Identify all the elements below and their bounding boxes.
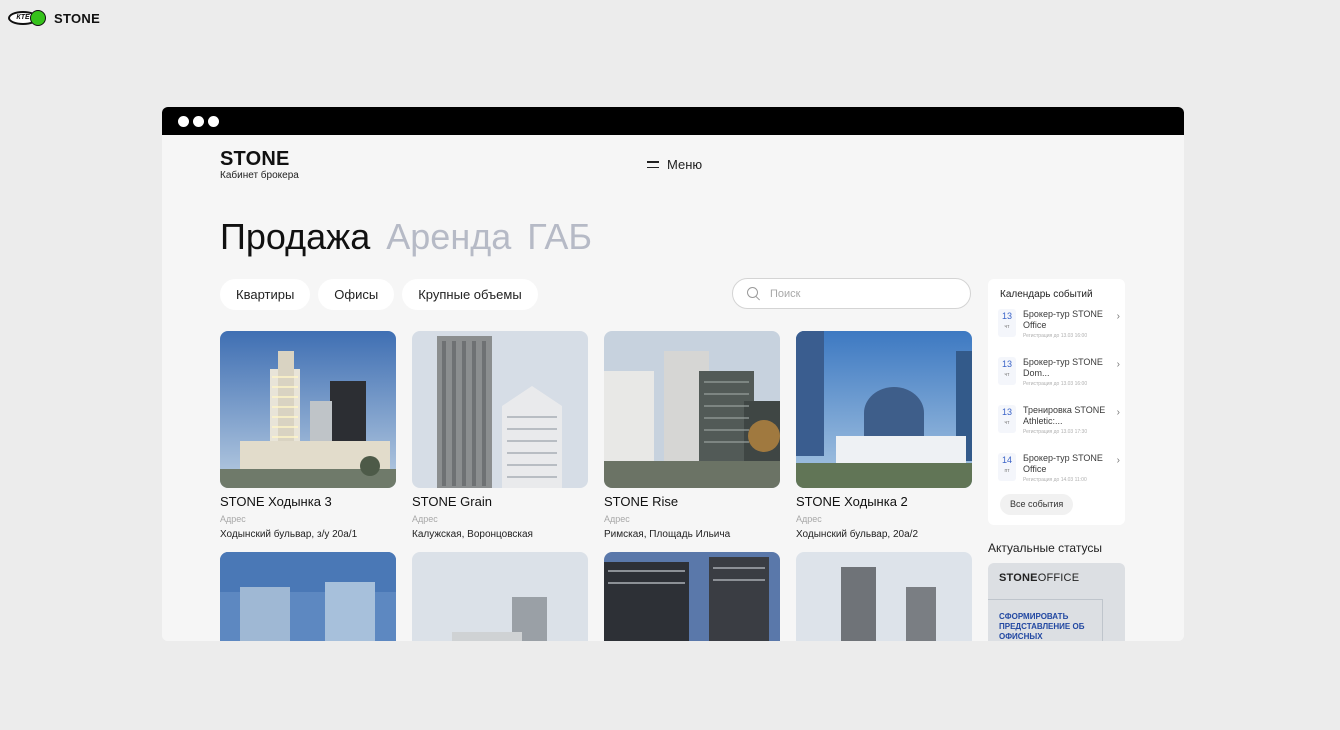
kte-logo: КТЕ <box>8 9 46 27</box>
event-date: 14 пт <box>998 453 1016 481</box>
filter-large-volumes[interactable]: Крупные объемы <box>402 279 538 310</box>
event-name: Брокер-тур STONE Office <box>1023 453 1103 474</box>
tab-gab[interactable]: ГАБ <box>527 217 592 257</box>
project-image <box>220 331 396 488</box>
event-day: 13 <box>1001 407 1012 417</box>
banner-divider <box>1102 599 1103 641</box>
event-weekday: пт <box>1004 468 1010 474</box>
search-input[interactable] <box>768 286 962 301</box>
address-label: Адрес <box>412 514 438 524</box>
event-name: Брокер-тур STONE Dom... <box>1023 357 1103 378</box>
event-registration: Регистрация до 13.03 17:30 <box>1023 429 1088 435</box>
banner-divider <box>988 599 1103 600</box>
project-title: STONE Grain <box>412 494 492 509</box>
tab-sale[interactable]: Продажа <box>220 217 370 257</box>
event-item[interactable]: 13 чт Тренировка STONE Athletic:... Реги… <box>998 405 1120 449</box>
event-item[interactable]: 13 чт Брокер-тур STONE Dom... Регистраци… <box>998 357 1120 401</box>
page-viewport: STONE Кабинет брокера Меню Продажа Аренд… <box>162 135 1184 641</box>
event-date: 13 чт <box>998 357 1016 385</box>
chevron-right-icon: › <box>1116 407 1120 418</box>
address-label: Адрес <box>604 514 630 524</box>
project-address: Ходынский бульвар, 20а/2 <box>796 529 919 540</box>
project-image <box>796 552 972 641</box>
kte-green-badge <box>30 10 46 26</box>
site-logo-word: STONE <box>220 148 290 170</box>
project-card-rise[interactable]: STONE Rise Адрес Римская, Площадь Ильича <box>604 331 780 541</box>
stone-office-banner[interactable]: STONEOFFICE СФОРМИРОВАТЬ ПРЕДСТАВЛЕНИЕ О… <box>988 563 1125 641</box>
filter-offices[interactable]: Офисы <box>318 279 395 310</box>
event-day: 14 <box>1001 455 1012 465</box>
address-label: Адрес <box>796 514 822 524</box>
project-image <box>412 331 588 488</box>
event-day: 13 <box>1001 311 1012 321</box>
site-logo-subtitle: Кабинет брокера <box>220 170 299 181</box>
browser-frame: STONE Кабинет брокера Меню Продажа Аренд… <box>162 107 1184 641</box>
chevron-right-icon: › <box>1116 359 1120 370</box>
chevron-right-icon: › <box>1116 455 1120 466</box>
top-stone-logo: STONE <box>54 10 101 26</box>
chevron-right-icon: › <box>1116 311 1120 322</box>
deal-type-tabs: Продажа Аренда ГАБ <box>220 217 592 257</box>
event-registration: Регистрация до 14.03 11:00 <box>1023 477 1087 483</box>
window-dot-icon <box>178 116 189 127</box>
window-dot-icon <box>208 116 219 127</box>
event-item[interactable]: 14 пт Брокер-тур STONE Office Регистраци… <box>998 453 1120 497</box>
browser-title-bar <box>162 107 1184 135</box>
event-name: Брокер-тур STONE Office <box>1023 309 1103 330</box>
project-title: STONE Ходынка 3 <box>220 494 332 509</box>
banner-logo: STONEOFFICE <box>999 572 1079 584</box>
window-dot-icon <box>193 116 204 127</box>
project-card-grain[interactable]: STONE Grain Адрес Калужская, Воронцовска… <box>412 331 588 541</box>
project-image <box>604 552 780 641</box>
filter-apartments[interactable]: Квартиры <box>220 279 311 310</box>
project-card-khodynka-2[interactable]: STONE Ходынка 2 Адрес Ходынский бульвар,… <box>796 331 972 541</box>
project-image <box>220 552 396 641</box>
project-address: Римская, Площадь Ильича <box>604 529 731 540</box>
events-title: Календарь событий <box>1000 289 1093 300</box>
project-card[interactable] <box>796 552 972 641</box>
project-card-khodynka-3[interactable]: STONE Ходынка 3 Адрес Ходынский бульвар,… <box>220 331 396 541</box>
event-day: 13 <box>1001 359 1012 369</box>
project-title: STONE Ходынка 2 <box>796 494 908 509</box>
project-image <box>796 331 972 488</box>
event-date: 13 чт <box>998 309 1016 337</box>
event-weekday: чт <box>1004 420 1010 426</box>
hamburger-icon <box>647 161 659 168</box>
menu-button[interactable]: Меню <box>647 157 702 172</box>
event-date: 13 чт <box>998 405 1016 433</box>
project-image <box>604 331 780 488</box>
category-filters: Квартиры Офисы Крупные объемы <box>220 279 538 310</box>
banner-logo-rest: OFFICE <box>1037 572 1080 584</box>
project-address: Ходынский бульвар, з/у 20а/1 <box>220 529 358 540</box>
events-calendar: Календарь событий 13 чт Брокер-тур STONE… <box>988 279 1125 525</box>
tab-rent[interactable]: Аренда <box>386 217 511 257</box>
search-box[interactable] <box>732 278 971 309</box>
project-card[interactable] <box>604 552 780 641</box>
address-label: Адрес <box>220 514 246 524</box>
top-brand: КТЕ STONE <box>8 9 100 27</box>
all-events-button[interactable]: Все события <box>1000 494 1074 515</box>
event-weekday: чт <box>1004 324 1010 330</box>
project-image <box>412 552 588 641</box>
statuses-title: Актуальные статусы <box>988 541 1102 555</box>
project-address: Калужская, Воронцовская <box>412 529 533 540</box>
project-card[interactable] <box>412 552 588 641</box>
event-item[interactable]: 13 чт Брокер-тур STONE Office Регистраци… <box>998 309 1120 353</box>
project-card[interactable] <box>220 552 396 641</box>
menu-label: Меню <box>667 157 703 172</box>
event-registration: Регистрация до 13.03 16:00 <box>1023 381 1088 387</box>
event-registration: Регистрация до 13.03 16:00 <box>1023 333 1088 339</box>
project-title: STONE Rise <box>604 494 679 509</box>
search-icon <box>747 287 760 300</box>
banner-logo-bold: STONE <box>999 572 1038 584</box>
event-weekday: чт <box>1004 372 1010 378</box>
banner-text: СФОРМИРОВАТЬ ПРЕДСТАВЛЕНИЕ ОБ ОФИСНЫХ <box>999 612 1085 641</box>
site-logo[interactable]: STONE Кабинет брокера <box>220 149 299 182</box>
event-name: Тренировка STONE Athletic:... <box>1023 405 1106 426</box>
